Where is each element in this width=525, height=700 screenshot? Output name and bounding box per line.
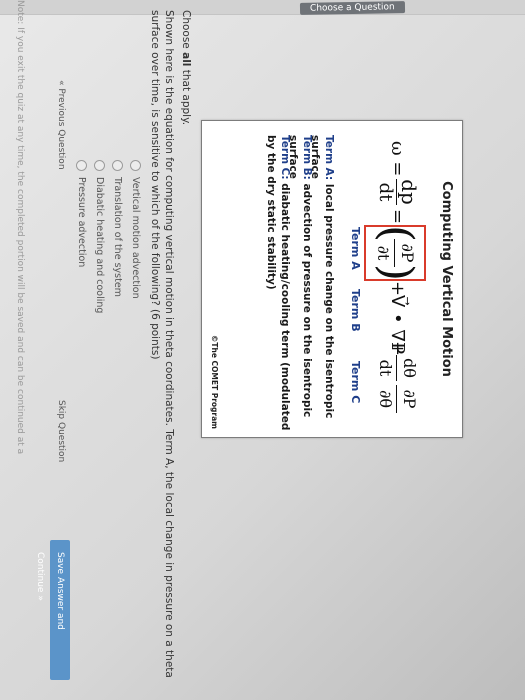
dp-dt-fraction: dp dt — [375, 179, 421, 205]
checkbox[interactable] — [94, 160, 106, 171]
plus-sign-2: + — [387, 341, 408, 357]
option-vertical-motion-advection[interactable]: Vertical motion advection — [127, 160, 145, 460]
vertical-motion-equation: ω = dp dt = ( ∂P ∂t ) + V⃗ • ∇P + dθ dt … — [364, 141, 428, 421]
question-block: Choose all that apply. Shown here is the… — [148, 10, 193, 690]
term-a-highlight-box: ( ∂P ∂t ) — [364, 225, 426, 281]
instruction: Choose all that apply. — [180, 10, 192, 126]
dtheta-dt-fraction: dθ dt — [375, 355, 420, 381]
omega-symbol: ω = — [387, 141, 408, 177]
save-and-continue-button[interactable]: Save Answer and Continue » — [35, 540, 70, 680]
quiz-navigation: « Previous Question Skip Question Save A… — [35, 80, 70, 680]
option-pressure-advection[interactable]: Pressure advection — [73, 160, 91, 460]
partial-p-partial-theta: ∂P ∂θ — [375, 385, 420, 413]
term-c-label: Term C — [349, 361, 362, 404]
term-c-description: Term C: diabatic heating/cooling term (m… — [265, 135, 291, 431]
partial-p-partial-t: ∂P ∂t — [373, 239, 418, 267]
checkbox[interactable] — [112, 160, 124, 171]
checkbox[interactable] — [130, 160, 142, 171]
comet-credit: ©The COMET Program — [210, 334, 219, 429]
checkbox[interactable] — [76, 160, 88, 171]
option-diabatic-heating-cooling[interactable]: Diabatic heating and cooling — [91, 160, 109, 460]
figure-title: Computing Vertical Motion — [439, 181, 454, 377]
plus-sign: + — [387, 281, 408, 297]
answer-options: Vertical motion advection Translation of… — [73, 160, 145, 460]
skip-question-button[interactable]: Skip Question — [56, 400, 66, 462]
previous-question-button[interactable]: « Previous Question — [56, 80, 66, 170]
term-b-label: Term B — [349, 289, 362, 332]
equals-sign: = — [387, 209, 408, 225]
rotated-content: Computing Vertical Motion ω = dp dt = ( … — [0, 0, 525, 700]
option-translation-of-system[interactable]: Translation of the system — [109, 160, 127, 460]
term-a-label: Term A — [349, 227, 362, 270]
equation-figure: Computing Vertical Motion ω = dp dt = ( … — [201, 120, 463, 438]
question-text: Shown here is the equation for computing… — [149, 10, 175, 678]
exit-note: Note: If you exit the quiz at any time, … — [15, 0, 25, 455]
